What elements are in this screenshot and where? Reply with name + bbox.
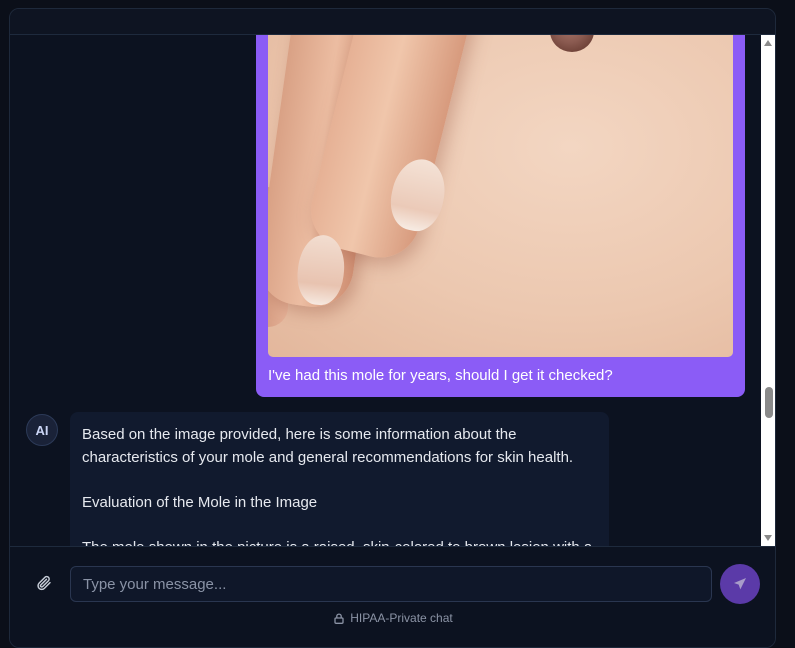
ai-avatar: AI: [26, 414, 58, 446]
message-list[interactable]: I've had this mole for years, should I g…: [10, 35, 762, 546]
attach-button[interactable]: [34, 573, 54, 593]
message-input[interactable]: [70, 566, 712, 602]
send-button[interactable]: [720, 564, 760, 604]
ai-paragraph: Based on the image provided, here is som…: [82, 426, 574, 466]
mole-photo[interactable]: [268, 35, 733, 357]
privacy-note: HIPAA-Private chat: [10, 611, 775, 625]
user-message-text: I've had this mole for years, should I g…: [268, 367, 613, 384]
scroll-down-icon[interactable]: [764, 535, 772, 541]
composer: HIPAA-Private chat: [10, 546, 775, 647]
ai-section-heading: Evaluation of the Mole in the Image: [82, 493, 318, 511]
privacy-text: HIPAA-Private chat: [350, 611, 453, 625]
scrollbar-thumb[interactable]: [765, 387, 773, 418]
chat-window: I've had this mole for years, should I g…: [9, 8, 776, 648]
paperclip-icon: [37, 575, 51, 591]
ai-message-text: Based on the image provided, here is som…: [82, 424, 597, 546]
ai-paragraph: The mole shown in the picture is a raise…: [82, 537, 597, 547]
ai-message-bubble: Based on the image provided, here is som…: [70, 412, 609, 546]
user-message-bubble: I've had this mole for years, should I g…: [256, 35, 745, 397]
message-scrollbar[interactable]: [761, 35, 775, 546]
mole-spot: [550, 35, 594, 52]
chat-header-bar: [10, 9, 775, 35]
lock-icon: [334, 612, 344, 624]
send-arrow-icon: [734, 578, 746, 590]
scroll-up-icon[interactable]: [764, 40, 772, 46]
